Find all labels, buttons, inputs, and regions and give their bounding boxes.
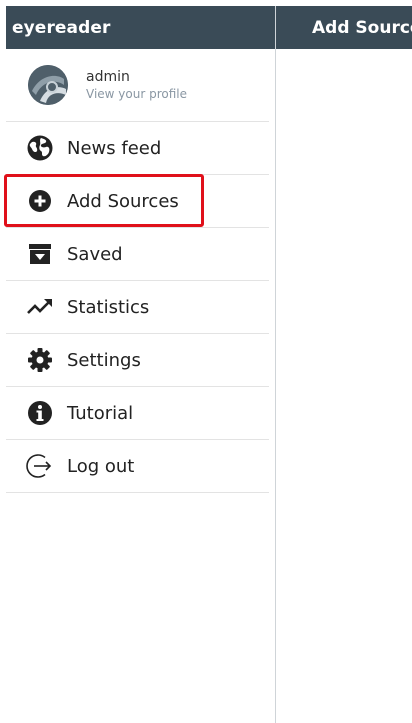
navigation-drawer: eyereader admin View your profile News f… [4,6,275,723]
gear-icon [26,346,54,374]
app: eyereader admin View your profile News f… [0,0,412,723]
drawer-header: eyereader [6,6,275,49]
sidebar-item-label: Saved [67,243,123,265]
top-app-bar: Add Sources [276,6,412,49]
sidebar-item-log-out[interactable]: Log out [6,440,269,493]
globe-icon [26,134,54,162]
page-title: Add Sources [312,17,412,38]
avatar [28,65,68,105]
profile-section[interactable]: admin View your profile [6,49,269,122]
sidebar-item-label: News feed [67,137,162,159]
logout-icon [26,452,54,480]
avatar-icon [28,65,68,105]
info-icon [26,399,54,427]
sidebar-item-news-feed[interactable]: News feed [6,122,269,175]
archive-icon [26,240,54,268]
sidebar-item-label: Tutorial [67,402,134,424]
sidebar-item-saved[interactable]: Saved [6,228,269,281]
plus-circle-icon [26,187,54,215]
drawer-divider [275,6,276,723]
sidebar-item-add-sources[interactable]: Add Sources [4,174,269,228]
sidebar-item-settings[interactable]: Settings [6,334,269,387]
profile-name: admin [86,68,130,85]
sidebar-item-tutorial[interactable]: Tutorial [6,387,269,440]
sidebar-item-label: Log out [67,455,135,477]
view-profile-link[interactable]: View your profile [86,87,187,102]
sidebar-item-statistics[interactable]: Statistics [6,281,269,334]
drawer-menu: News feed Add Sources Saved Statistics S… [4,122,275,493]
sidebar-item-label: Settings [67,349,141,371]
app-brand: eyereader [12,17,111,38]
sidebar-item-label: Add Sources [67,190,179,212]
profile-text: admin View your profile [86,69,187,102]
sidebar-item-label: Statistics [67,296,150,318]
trend-up-icon [26,293,54,321]
